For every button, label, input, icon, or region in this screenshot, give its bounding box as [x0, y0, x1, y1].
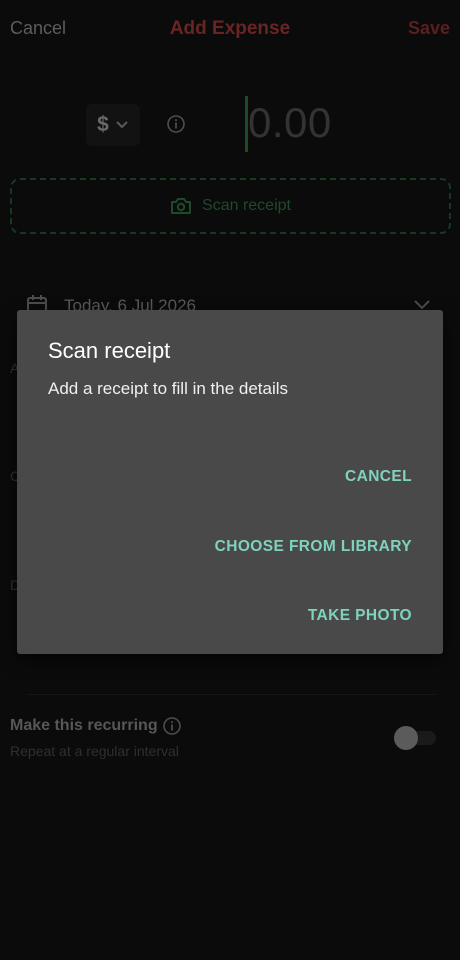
- choose-from-library-button[interactable]: CHOOSE FROM LIBRARY: [215, 538, 412, 556]
- take-photo-button[interactable]: TAKE PHOTO: [308, 607, 412, 625]
- scan-receipt-dialog: Scan receipt Add a receipt to fill in th…: [17, 310, 443, 654]
- dialog-title: Scan receipt: [48, 338, 171, 363]
- add-expense-screen: Cancel Add Expense Save $ 0.00 Scan rece…: [0, 0, 460, 960]
- dialog-message: Add a receipt to fill in the details: [48, 379, 289, 398]
- dialog-cancel-button[interactable]: CANCEL: [345, 468, 412, 486]
